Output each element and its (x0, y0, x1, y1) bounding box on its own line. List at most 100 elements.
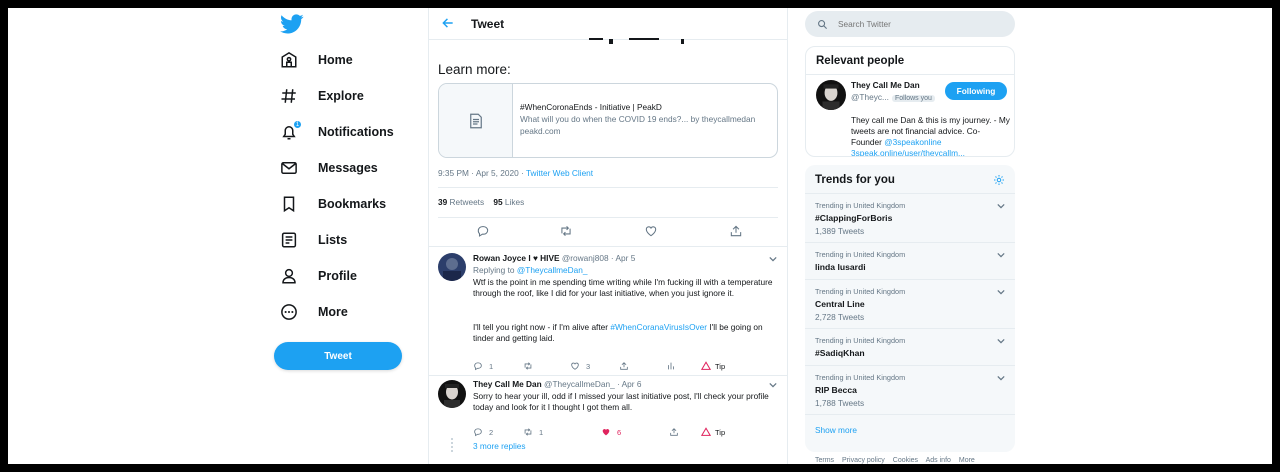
retweet-icon (524, 362, 532, 370)
reply-actions: 1 3 Tip (473, 361, 773, 373)
footer-link-terms[interactable]: Terms (815, 457, 834, 464)
tweet-actions (438, 224, 778, 242)
nav-item-messages[interactable]: Messages (280, 153, 378, 183)
analytics-action[interactable] (666, 361, 676, 371)
nav-item-profile[interactable]: Profile (280, 261, 357, 291)
reply-icon (474, 362, 482, 371)
nav-item-label: Profile (318, 269, 357, 283)
trend-name: RIP Becca (815, 385, 857, 395)
bio-url-link[interactable]: 3speak.online/user/theycallm... (851, 148, 965, 156)
trend-item[interactable]: Trending in United Kingdom RIP Becca 1,7… (805, 365, 1015, 414)
author-name[interactable]: Rowan Joyce I ♥ HIVE (473, 253, 560, 263)
trend-item[interactable]: Trending in United Kingdom Central Line … (805, 279, 1015, 328)
like-action[interactable]: 3 (570, 361, 590, 371)
like-heart-filled-icon (602, 429, 610, 436)
footer-link-cookies[interactable]: Cookies (893, 457, 918, 464)
reply-action[interactable]: 1 (473, 361, 493, 371)
trend-context: Trending in United Kingdom (815, 336, 906, 345)
following-button[interactable]: Following (945, 82, 1007, 100)
chevron-down-icon[interactable] (997, 251, 1005, 259)
retweets-count[interactable]: 39 (438, 197, 447, 207)
nav-item-home[interactable]: Home (280, 45, 353, 75)
like-heart-icon (571, 362, 579, 370)
trend-context: Trending in United Kingdom (815, 201, 906, 210)
footer-link-ads-info[interactable]: Ads info (926, 457, 951, 464)
reply-tweet[interactable]: Rowan Joyce I ♥ HIVE @rowanj808 · Apr 5 … (429, 247, 787, 376)
chevron-down-icon[interactable] (997, 337, 1005, 345)
nav-item-label: Lists (318, 233, 348, 247)
settings-gear-icon[interactable] (993, 174, 1005, 186)
primary-navigation: Home Explore 1 Notifications Messages Bo… (274, 8, 428, 464)
like-action[interactable]: 6 (601, 427, 621, 437)
hashtag-link[interactable]: #WhenCoranaVirusIsOver (610, 322, 707, 332)
search-box[interactable] (805, 11, 1015, 37)
tweet-button[interactable]: Tweet (274, 342, 402, 370)
retweet-icon (524, 428, 532, 436)
search-input[interactable] (838, 19, 988, 29)
hashtag-icon (281, 89, 296, 103)
show-more-link[interactable]: Show more (815, 425, 857, 435)
search-icon (818, 19, 828, 29)
replying-to-handle[interactable]: @TheycallmeDan_ (517, 265, 588, 275)
person-handle-text[interactable]: @Theyc... (851, 92, 889, 102)
nav-item-label: Messages (318, 161, 378, 175)
trend-count: 2,728 Tweets (815, 312, 865, 322)
footer-link-more[interactable]: More (959, 457, 975, 464)
nav-item-explore[interactable]: Explore (280, 81, 364, 111)
person-name[interactable]: They Call Me Dan (851, 80, 920, 90)
reply-tweet[interactable]: They Call Me Dan @TheycallmeDan_ · Apr 6… (429, 376, 787, 438)
nav-item-bookmarks[interactable]: Bookmarks (280, 189, 386, 219)
share-icon[interactable] (729, 224, 743, 238)
retweet-icon[interactable] (559, 224, 573, 238)
chevron-down-icon[interactable] (997, 288, 1005, 296)
author-handle[interactable]: @rowanj808 · Apr 5 (562, 253, 635, 263)
chevron-down-icon[interactable] (769, 381, 777, 389)
likes-count[interactable]: 95 (493, 197, 502, 207)
trend-context: Trending in United Kingdom (815, 250, 906, 259)
more-replies-link[interactable]: 3 more replies (473, 441, 526, 451)
reply-icon[interactable] (476, 224, 490, 238)
share-action[interactable] (669, 427, 679, 437)
trend-item[interactable]: Trending in United Kingdom #SadiqKhan (805, 328, 1015, 365)
nav-item-lists[interactable]: Lists (280, 225, 347, 255)
retweets-label[interactable]: Retweets (450, 197, 485, 207)
reply-header: Rowan Joyce I ♥ HIVE @rowanj808 · Apr 5 (473, 253, 635, 263)
trend-context: Trending in United Kingdom (815, 373, 906, 382)
trend-item[interactable]: Trending in United Kingdom #ClappingForB… (805, 193, 1015, 242)
avatar[interactable] (438, 380, 466, 408)
footer-link-privacy[interactable]: Privacy policy (842, 457, 885, 464)
person-bio: They call me Dan & this is my journey. -… (851, 115, 1011, 156)
likes-label[interactable]: Likes (505, 197, 524, 207)
retweet-action[interactable]: 1 (523, 427, 543, 437)
reply-action[interactable]: 2 (473, 427, 493, 437)
card-thumbnail (439, 84, 513, 157)
tip-action[interactable]: Tip (701, 361, 725, 371)
reply-count: 2 (489, 427, 494, 437)
like-heart-icon[interactable] (644, 224, 658, 238)
tip-action[interactable]: Tip (701, 427, 725, 437)
tweet-detail-column: Tweet Learn more: #WhenCoronaEnds - Init… (428, 8, 788, 464)
person-handle: @Theyc... Follows you (851, 92, 935, 102)
browser-viewport: Home Explore 1 Notifications Messages Bo… (8, 8, 1272, 464)
nav-item-more[interactable]: More (280, 297, 348, 327)
chevron-down-icon[interactable] (997, 374, 1005, 382)
bio-mention-link[interactable]: @3speakonline (884, 137, 941, 147)
trend-item[interactable]: Trending in United Kingdom linda lusardi (805, 242, 1015, 279)
chevron-down-icon[interactable] (769, 255, 777, 263)
tweet-client-link[interactable]: Twitter Web Client (526, 168, 593, 178)
link-preview-card[interactable]: #WhenCoronaEnds - Initiative | PeakD Wha… (438, 83, 778, 158)
follows-you-badge: Follows you (891, 95, 935, 102)
avatar[interactable] (816, 80, 846, 110)
back-arrow-icon[interactable] (441, 16, 455, 30)
chevron-down-icon[interactable] (997, 202, 1005, 210)
author-name[interactable]: They Call Me Dan (473, 379, 542, 389)
tip-triangle-icon (701, 361, 711, 370)
twitter-bird-icon[interactable] (278, 12, 306, 36)
avatar[interactable] (438, 253, 466, 281)
author-handle[interactable]: @TheycallmeDan_ · Apr 6 (544, 379, 641, 389)
share-action[interactable] (619, 361, 629, 371)
retweet-action[interactable] (523, 361, 539, 371)
tweet-timestamp: 9:35 PM · Apr 5, 2020 · Twitter Web Clie… (438, 168, 593, 178)
home-icon (281, 51, 297, 68)
nav-item-notifications[interactable]: 1 Notifications (280, 117, 394, 147)
